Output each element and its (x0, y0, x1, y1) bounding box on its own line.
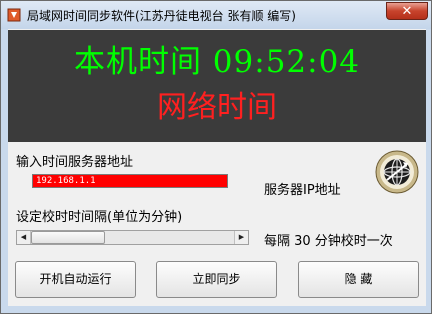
local-time: 本机时间 09:52:04 (73, 44, 361, 80)
network-time: 网络时间 (157, 90, 277, 125)
interval-scrollbar[interactable]: ◀ ▶ (16, 230, 249, 245)
scroll-left-button[interactable]: ◀ (17, 231, 31, 244)
time-display: 本机时间 09:52:04 网络时间 (8, 30, 426, 142)
client-area: 本机时间 09:52:04 网络时间 输入时间服务器地址 192.168.1.1… (8, 29, 426, 306)
scroll-right-button[interactable]: ▶ (234, 231, 248, 244)
close-button[interactable]: ✕ (386, 2, 428, 20)
title-bar[interactable]: 局域网时间同步软件(江苏丹徒电视台 张有顺 编写) ✕ (1, 1, 431, 29)
globe-icon[interactable] (375, 150, 419, 194)
interval-text: 每隔 30 分钟校时一次 (264, 234, 393, 249)
window-title: 局域网时间同步软件(江苏丹徒电视台 张有顺 编写) (27, 9, 296, 23)
interval-label: 设定校时时间隔(单位为分钟) (16, 210, 183, 225)
app-window: 局域网时间同步软件(江苏丹徒电视台 张有顺 编写) ✕ 本机时间 09:52:0… (0, 0, 432, 314)
server-address-label: 输入时间服务器地址 (16, 155, 134, 170)
app-icon (7, 8, 21, 22)
close-icon: ✕ (401, 4, 413, 19)
server-ip-label: 服务器IP地址 (264, 183, 341, 198)
server-address-input[interactable]: 192.168.1.1 (32, 174, 228, 188)
autostart-button[interactable]: 开机自动运行 (15, 261, 136, 298)
hide-button[interactable]: 隐 藏 (298, 261, 419, 298)
scroll-thumb[interactable] (31, 231, 105, 244)
sync-now-button[interactable]: 立即同步 (156, 261, 277, 298)
